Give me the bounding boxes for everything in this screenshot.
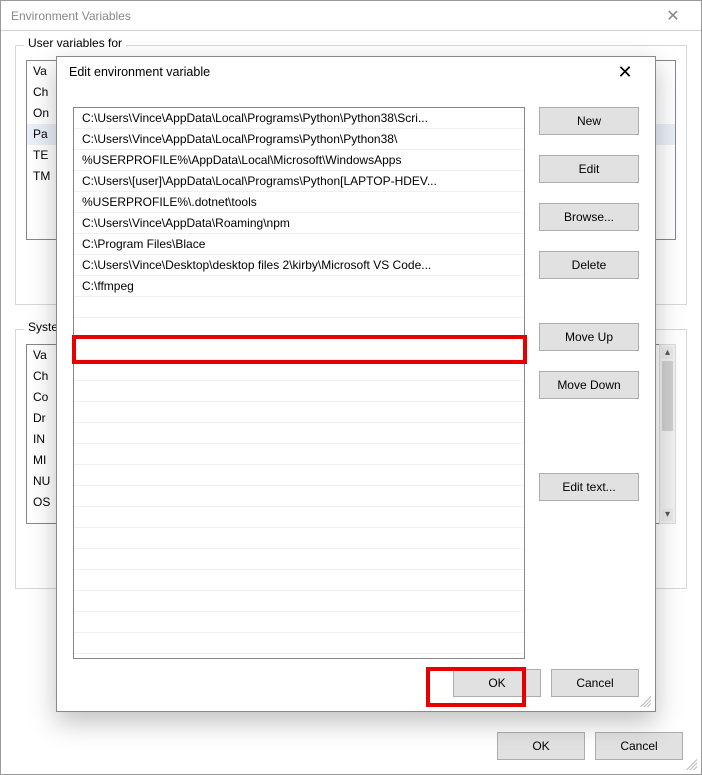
move-down-button[interactable]: Move Down <box>539 371 639 399</box>
resize-grip-icon[interactable] <box>683 756 697 770</box>
empty-row <box>74 444 524 465</box>
resize-grip-icon[interactable] <box>637 693 651 707</box>
env-vars-title: Environment Variables <box>11 9 131 23</box>
empty-row <box>74 297 524 318</box>
list-item[interactable]: %USERPROFILE%\.dotnet\tools <box>74 192 524 213</box>
empty-row <box>74 339 524 360</box>
empty-row <box>74 423 524 444</box>
empty-row <box>74 381 524 402</box>
empty-row <box>74 465 524 486</box>
delete-button[interactable]: Delete <box>539 251 639 279</box>
env-vars-footer: OK Cancel <box>497 732 683 760</box>
empty-row <box>74 633 524 654</box>
path-list[interactable]: C:\Users\Vince\AppData\Local\Programs\Py… <box>73 107 525 659</box>
move-up-button[interactable]: Move Up <box>539 323 639 351</box>
new-button[interactable]: New <box>539 107 639 135</box>
ok-button[interactable]: OK <box>497 732 585 760</box>
scrollbar[interactable]: ▴ ▾ <box>659 344 676 524</box>
close-icon[interactable]: ✕ <box>605 63 645 81</box>
empty-row <box>74 486 524 507</box>
scroll-up-icon[interactable]: ▴ <box>662 347 673 359</box>
scroll-down-icon[interactable]: ▾ <box>662 509 673 521</box>
list-item[interactable]: C:\Users\Vince\Desktop\desktop files 2\k… <box>74 255 524 276</box>
edit-var-dialog: Edit environment variable ✕ C:\Users\Vin… <box>56 56 656 712</box>
scroll-thumb[interactable] <box>662 361 673 431</box>
browse-button[interactable]: Browse... <box>539 203 639 231</box>
edit-button[interactable]: Edit <box>539 155 639 183</box>
empty-row <box>74 318 524 339</box>
list-item[interactable]: C:\ffmpeg <box>74 276 524 297</box>
empty-row <box>74 507 524 528</box>
edit-var-footer: OK Cancel <box>453 669 639 697</box>
list-item[interactable]: C:\Users\Vince\AppData\Local\Programs\Py… <box>74 108 524 129</box>
edit-var-body: C:\Users\Vince\AppData\Local\Programs\Py… <box>73 107 639 659</box>
list-item[interactable]: C:\Program Files\Blace <box>74 234 524 255</box>
empty-row <box>74 549 524 570</box>
user-vars-label: User variables for <box>24 36 126 50</box>
ok-button[interactable]: OK <box>453 669 541 697</box>
empty-row <box>74 360 524 381</box>
list-item[interactable]: C:\Users\Vince\AppData\Local\Programs\Py… <box>74 129 524 150</box>
list-item[interactable]: C:\Users\[user]\AppData\Local\Programs\P… <box>74 171 524 192</box>
edit-text-button[interactable]: Edit text... <box>539 473 639 501</box>
edit-var-title: Edit environment variable <box>69 65 210 79</box>
empty-row <box>74 612 524 633</box>
close-icon[interactable]: ✕ <box>653 6 693 26</box>
empty-row <box>74 591 524 612</box>
edit-var-side-buttons: New Edit Browse... Delete Move Up Move D… <box>539 107 639 659</box>
empty-row <box>74 570 524 591</box>
cancel-button[interactable]: Cancel <box>551 669 639 697</box>
cancel-button[interactable]: Cancel <box>595 732 683 760</box>
env-vars-titlebar: Environment Variables ✕ <box>1 1 701 31</box>
list-item[interactable]: %USERPROFILE%\AppData\Local\Microsoft\Wi… <box>74 150 524 171</box>
list-item[interactable]: C:\Users\Vince\AppData\Roaming\npm <box>74 213 524 234</box>
edit-var-titlebar: Edit environment variable ✕ <box>57 57 655 87</box>
empty-row <box>74 528 524 549</box>
empty-row <box>74 402 524 423</box>
